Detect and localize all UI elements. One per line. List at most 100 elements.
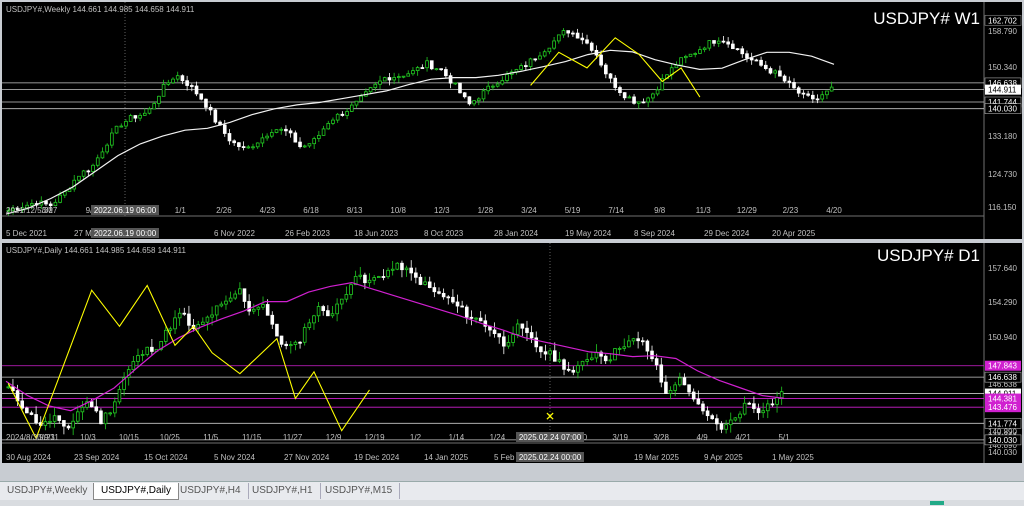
candle-body — [519, 65, 523, 70]
candle-body — [779, 391, 784, 399]
candle-body — [580, 360, 585, 366]
price-badge: 162.702 — [988, 16, 1017, 25]
candle-body — [726, 41, 730, 45]
candle-body — [110, 132, 114, 146]
time-tick-top: 4/21 — [735, 433, 751, 442]
daily-chart-pane[interactable]: USDJPY#,Daily 144.661 144.985 144.658 14… — [2, 243, 1022, 463]
candle-body — [688, 53, 693, 57]
time-tick: 8 Oct 2023 — [424, 229, 464, 238]
tab-h4[interactable]: USDJPY#,H4 — [173, 483, 249, 499]
time-tick-top: 4/23 — [260, 206, 276, 215]
candle-body — [124, 120, 128, 127]
candle-body — [478, 317, 483, 322]
candle-body — [650, 350, 654, 360]
candle-body — [542, 51, 547, 57]
candle-body — [742, 402, 747, 415]
candle-body — [227, 133, 232, 142]
candle-body — [585, 39, 589, 44]
candle-body — [511, 334, 515, 343]
candle-body — [693, 53, 698, 55]
candle-body — [448, 75, 453, 84]
time-tick: 6 Nov 2022 — [214, 229, 255, 238]
trading-terminal: { "colors":{"background":"#000000","bull… — [0, 0, 1024, 506]
candle-body — [673, 384, 677, 391]
candle-body — [251, 146, 255, 149]
candle-body — [529, 332, 534, 339]
candle-body — [232, 140, 236, 144]
candle-body — [455, 301, 460, 307]
candle-body — [557, 359, 562, 362]
weekly-chart[interactable]: USDJPY#,Weekly 144.661 144.985 144.658 1… — [2, 2, 1022, 239]
candle-body — [354, 100, 359, 106]
candle-body — [538, 55, 542, 60]
time-tick-top: 12/9 — [326, 433, 342, 442]
candle-body — [208, 106, 213, 111]
candle-body — [312, 138, 316, 145]
candle-body — [636, 338, 640, 342]
candle-body — [368, 87, 373, 93]
candle-body — [411, 70, 415, 75]
candle-body — [260, 137, 265, 144]
candle-body — [349, 284, 353, 295]
candle-body — [679, 57, 683, 66]
daily-chart[interactable]: USDJPY#,Daily 144.661 144.985 144.658 14… — [2, 243, 1022, 463]
candle-body — [401, 75, 406, 78]
status-bar — [0, 500, 1024, 506]
candle-body — [71, 420, 75, 429]
candle-body — [114, 125, 119, 134]
candle-body — [359, 95, 364, 102]
candle-body — [636, 101, 641, 104]
candle-body — [534, 337, 539, 348]
candle-body — [117, 389, 122, 403]
candle-body — [632, 96, 636, 104]
candle-body — [682, 377, 687, 386]
candle-body — [265, 135, 269, 139]
tab-weekly[interactable]: USDJPY#,Weekly — [0, 483, 96, 499]
candle-body — [763, 64, 768, 69]
candle-body — [552, 350, 557, 362]
time-tick-top: 3/27 — [42, 206, 58, 215]
candle-body — [524, 65, 528, 67]
candle-body — [561, 30, 566, 36]
candle-body — [147, 108, 152, 114]
candle-body — [222, 124, 227, 134]
candle-body — [528, 58, 533, 67]
candle-body — [157, 95, 161, 104]
candle-body — [182, 312, 187, 315]
time-tick: 14 Jan 2025 — [424, 453, 469, 462]
time-tick-top: 11/27 — [283, 433, 303, 442]
candle-body — [175, 75, 180, 80]
candle-body — [113, 401, 117, 414]
candle-body — [481, 90, 486, 100]
candle-body — [255, 142, 260, 148]
candle-body — [140, 354, 145, 356]
candle-body — [425, 60, 429, 69]
candle-body — [397, 76, 401, 78]
price-tick: 154.290 — [988, 298, 1017, 307]
price-badge: 147.843 — [988, 362, 1017, 371]
tab-h1[interactable]: USDJPY#,H1 — [245, 483, 321, 499]
candle-body — [177, 312, 182, 319]
candle-body — [641, 101, 646, 104]
candle-body — [439, 68, 443, 71]
candle-body — [728, 419, 733, 426]
candle-body — [204, 98, 208, 108]
time-tick-top: 9/8 — [654, 206, 666, 215]
candle-body — [773, 70, 778, 74]
candle-body — [427, 281, 432, 288]
candle-body — [406, 73, 411, 77]
candle-body — [187, 313, 191, 326]
candle-body — [312, 315, 316, 324]
candle-body — [719, 423, 724, 430]
time-tick-top: 4/9 — [697, 433, 709, 442]
tab-m15[interactable]: USDJPY#,M15 — [318, 483, 401, 499]
crosshair-time-bottom: 2022.06.19 00:00 — [94, 229, 157, 238]
candle-body — [284, 128, 288, 132]
time-tick-top: 6/18 — [303, 206, 319, 215]
candle-body — [571, 369, 576, 373]
candle-body — [317, 134, 321, 139]
candle-body — [381, 276, 386, 278]
tab-daily[interactable]: USDJPY#,Daily — [93, 483, 180, 500]
weekly-chart-pane[interactable]: USDJPY#,Weekly 144.661 144.985 144.658 1… — [2, 2, 1022, 239]
candle-body — [251, 308, 256, 312]
